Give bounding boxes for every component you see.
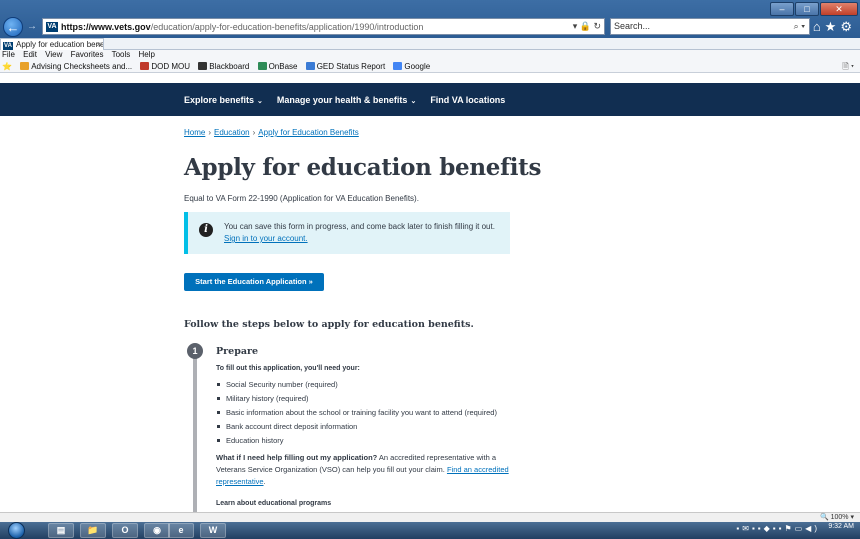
taskbar-app-network-icon[interactable]: ◉ bbox=[144, 523, 170, 538]
favorites-bar: ⭐ Advising Checksheets and... DOD MOU Bl… bbox=[0, 60, 860, 73]
steps-heading: Follow the steps below to apply for educ… bbox=[184, 319, 474, 330]
page-top-gap bbox=[0, 73, 860, 83]
list-item: Education history bbox=[216, 434, 497, 448]
menu-tools[interactable]: Tools bbox=[112, 50, 131, 59]
browser-toolbar-icons[interactable]: ⌂★⚙ bbox=[813, 19, 856, 35]
learn-programs-heading: Learn about educational programs bbox=[216, 500, 332, 507]
step-lead: To fill out this application, you'll nee… bbox=[216, 365, 360, 372]
address-bar-icons[interactable]: ▾ 🔒 ↻ bbox=[573, 21, 601, 32]
step-progress-line bbox=[193, 353, 197, 513]
breadcrumb-home[interactable]: Home bbox=[184, 128, 205, 137]
favorite-advising[interactable]: Advising Checksheets and... bbox=[20, 62, 132, 71]
favorite-ged[interactable]: GED Status Report bbox=[305, 62, 385, 71]
list-item: Social Security number (required) bbox=[216, 378, 497, 392]
close-window-button[interactable]: ✕ bbox=[820, 2, 858, 16]
start-button[interactable] bbox=[8, 522, 25, 539]
page-title: Apply for education benefits bbox=[184, 154, 542, 181]
list-item: Basic information about the school or tr… bbox=[216, 406, 497, 420]
breadcrumb-education[interactable]: Education bbox=[214, 128, 250, 137]
browser-titlebar: – □ ✕ ← → VA https://www.vets.gov /educa… bbox=[0, 0, 860, 40]
breadcrumb-apply[interactable]: Apply for Education Benefits bbox=[258, 128, 359, 137]
breadcrumb-separator: › bbox=[208, 128, 212, 137]
browser-nav-row: ← → VA https://www.vets.gov /education/a… bbox=[0, 17, 860, 37]
alert-message: You can save this form in progress, and … bbox=[224, 222, 495, 231]
favorite-ged-icon bbox=[305, 62, 315, 70]
nav-find-locations[interactable]: Find VA locations bbox=[430, 95, 505, 105]
zoom-level[interactable]: 🔍 100% ▾ bbox=[820, 513, 854, 522]
menu-file[interactable]: File bbox=[2, 50, 15, 59]
tab-favicon-icon: VA bbox=[3, 42, 13, 50]
start-application-button[interactable]: Start the Education Application » bbox=[184, 273, 324, 291]
page-tools-icon[interactable]: 🗎 ▾ bbox=[842, 60, 854, 73]
help-question: What if I need help filling out my appli… bbox=[216, 453, 378, 462]
chevron-down-icon: ⌄ bbox=[257, 97, 263, 105]
tab-active[interactable]: VAApply for education benefit... × bbox=[0, 38, 104, 50]
favorite-google-icon bbox=[393, 62, 403, 70]
step-title: Prepare bbox=[216, 346, 259, 357]
tab-close-icon[interactable]: × bbox=[96, 39, 101, 50]
taskbar-app-folder-icon[interactable]: 📁 bbox=[80, 523, 106, 538]
va-main-nav: Explore benefits ⌄ Manage your health & b… bbox=[184, 83, 505, 116]
favorite-onbase[interactable]: OnBase bbox=[257, 62, 297, 71]
windows-taskbar: ▤ 📁 O ◉ e W ▪✉▪▪◆▪▪⚑▭◀) 9:32 AM bbox=[0, 522, 860, 539]
list-item: Bank account direct deposit information bbox=[216, 420, 497, 434]
save-progress-alert: i You can save this form in progress, an… bbox=[184, 212, 510, 254]
search-placeholder: Search... bbox=[614, 21, 651, 31]
chevron-down-icon: ⌄ bbox=[410, 97, 417, 105]
url-path: /education/apply-for-education-benefits/… bbox=[150, 21, 424, 32]
tab-label: Apply for education benefit... bbox=[16, 40, 103, 49]
minimize-button[interactable]: – bbox=[770, 2, 794, 16]
va-site-header: Explore benefits ⌄ Manage your health & b… bbox=[0, 83, 860, 116]
va-favicon-icon: VA bbox=[46, 21, 58, 32]
favorite-google[interactable]: Google bbox=[393, 62, 430, 71]
nav-manage-health[interactable]: Manage your health & benefits ⌄ bbox=[277, 95, 416, 105]
info-icon: i bbox=[199, 223, 213, 237]
favorite-onbase-icon bbox=[257, 62, 267, 70]
favorite-blackboard-icon bbox=[198, 62, 208, 70]
favorite-blackboard[interactable]: Blackboard bbox=[198, 62, 249, 71]
taskbar-app-outlook-icon[interactable]: O bbox=[112, 523, 138, 538]
taskbar-app-ie-icon[interactable]: e bbox=[168, 523, 194, 538]
system-tray-icons[interactable]: ▪✉▪▪◆▪▪⚑▭◀) bbox=[736, 524, 820, 533]
search-input[interactable]: Search... ⌕ ▾ bbox=[610, 18, 810, 35]
favorite-dod-icon bbox=[140, 62, 150, 70]
taskbar-app-explorer-icon[interactable]: ▤ bbox=[48, 523, 74, 538]
menu-help[interactable]: Help bbox=[139, 50, 155, 59]
forward-button[interactable]: → bbox=[25, 20, 39, 34]
help-text: What if I need help filling out my appli… bbox=[216, 453, 509, 486]
maximize-button[interactable]: □ bbox=[795, 2, 819, 16]
menu-bar: File Edit View Favorites Tools Help bbox=[0, 50, 860, 60]
step-number-badge: 1 bbox=[187, 343, 203, 359]
breadcrumb: Home › Education › Apply for Education Benef… bbox=[184, 128, 359, 137]
intro-text: Equal to VA Form 22-1990 (Application fo… bbox=[184, 194, 419, 203]
taskbar-app-word-icon[interactable]: W bbox=[200, 523, 226, 538]
taskbar-clock[interactable]: 9:32 AM bbox=[828, 523, 854, 531]
menu-favorites[interactable]: Favorites bbox=[71, 50, 104, 59]
sign-in-link[interactable]: Sign in to your account. bbox=[224, 234, 308, 243]
search-icon[interactable]: ⌕ ▾ bbox=[794, 19, 805, 34]
browser-status-bar: 🔍 100% ▾ bbox=[0, 512, 860, 522]
menu-edit[interactable]: Edit bbox=[23, 50, 37, 59]
requirements-list: Social Security number (required) Milita… bbox=[216, 378, 497, 448]
breadcrumb-separator: › bbox=[252, 128, 256, 137]
tab-strip: VAApply for education benefit... × bbox=[0, 38, 860, 50]
url-host: https://www.vets.gov bbox=[61, 21, 151, 32]
window-controls: – □ ✕ bbox=[770, 2, 858, 16]
list-item: Military history (required) bbox=[216, 392, 497, 406]
favorites-star-icon[interactable]: ⭐ bbox=[2, 62, 12, 71]
alert-text: You can save this form in progress, and … bbox=[224, 221, 495, 245]
address-bar[interactable]: VA https://www.vets.gov /education/apply… bbox=[42, 18, 605, 35]
back-button[interactable]: ← bbox=[3, 17, 23, 37]
menu-view[interactable]: View bbox=[45, 50, 62, 59]
nav-explore-benefits[interactable]: Explore benefits ⌄ bbox=[184, 95, 263, 105]
favorite-advising-icon bbox=[20, 62, 30, 70]
favorite-dod-mou[interactable]: DOD MOU bbox=[140, 62, 190, 71]
